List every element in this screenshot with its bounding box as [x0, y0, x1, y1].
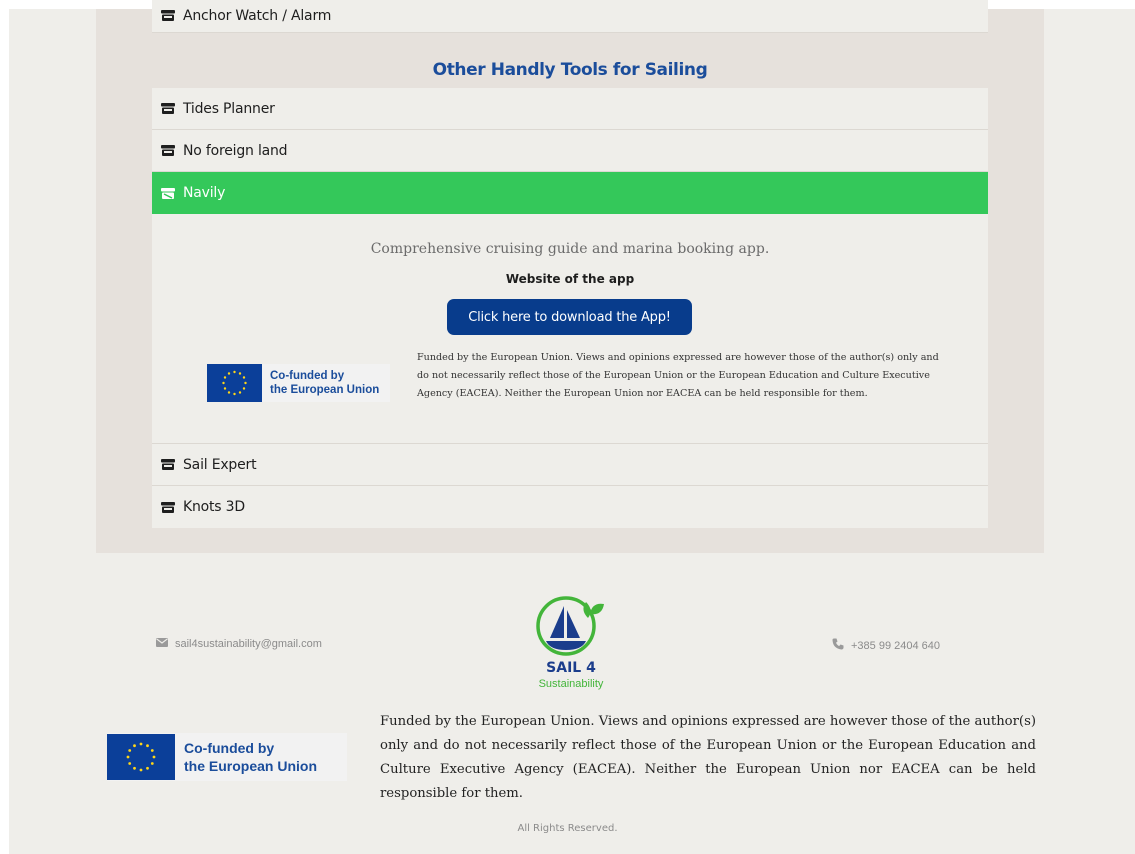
- footer-disclaimer: Funded by the European Union. Views and …: [380, 714, 1036, 801]
- accordion-item-sail-expert[interactable]: Sail Expert: [152, 444, 988, 486]
- store-icon: [161, 145, 175, 156]
- section-title: Other Handly Tools for Sailing: [432, 60, 708, 80]
- footer-email-text: sail4sustainability@gmail.com: [175, 638, 322, 650]
- footer-phone-text: +385 99 2404 640: [851, 639, 941, 652]
- eu-disclaimer: Funded by the European Union. Views and …: [417, 352, 939, 399]
- accordion-item-no-foreign-land[interactable]: No foreign land: [152, 130, 988, 172]
- accordion-label: No foreign land: [183, 142, 288, 159]
- accordion-label: Sail Expert: [183, 456, 257, 473]
- eu-logo-line1: Co-funded by: [184, 740, 275, 756]
- eu-flag-icon: [107, 734, 175, 780]
- accordion-label: Tides Planner: [183, 100, 275, 117]
- sailboat-logo-icon: [536, 596, 604, 656]
- eu-logo-line2: the European Union: [184, 758, 317, 774]
- copyright-text: All Rights Reserved.: [517, 823, 618, 834]
- store-icon: [161, 103, 175, 114]
- eu-logo-line2: the European Union: [270, 384, 380, 396]
- footer-phone[interactable]: +385 99 2404 640: [832, 638, 940, 653]
- store-open-icon: [161, 187, 175, 199]
- store-icon: [161, 501, 175, 513]
- app-description: Comprehensive cruising guide and marina …: [370, 241, 770, 257]
- store-icon: [161, 459, 175, 470]
- accordion-item-navily[interactable]: Navily: [152, 172, 988, 214]
- accordion-item-knots-3d[interactable]: Knots 3D: [152, 486, 988, 528]
- accordion-item-tides-planner[interactable]: Tides Planner: [152, 88, 988, 130]
- accordion-label: Navily: [183, 185, 226, 201]
- website-label[interactable]: Website of the app: [152, 272, 988, 286]
- store-icon: [161, 10, 175, 21]
- logo-subtitle: Sustainability: [538, 678, 604, 690]
- accordion-label: Anchor Watch / Alarm: [183, 7, 332, 24]
- download-app-button[interactable]: Click here to download the App!: [447, 299, 692, 335]
- accordion-label: Knots 3D: [183, 499, 245, 515]
- phone-icon: [832, 638, 844, 653]
- envelope-icon: [156, 638, 168, 650]
- sail4-logo: SAIL 4 Sustainability: [528, 594, 614, 694]
- eu-flag-icon: [207, 364, 262, 402]
- accordion-panel-navily: Comprehensive cruising guide and marina …: [152, 214, 988, 444]
- eu-logo-line1: Co-funded by: [270, 370, 345, 382]
- eu-cofunded-logo-footer: Co-funded by the European Union: [107, 733, 347, 781]
- eu-cofunded-logo: Co-funded by the European Union: [207, 364, 390, 402]
- accordion-item-anchor-watch[interactable]: Anchor Watch / Alarm: [152, 0, 988, 33]
- footer-email[interactable]: sail4sustainability@gmail.com: [156, 638, 322, 650]
- logo-title: SAIL 4: [546, 660, 596, 676]
